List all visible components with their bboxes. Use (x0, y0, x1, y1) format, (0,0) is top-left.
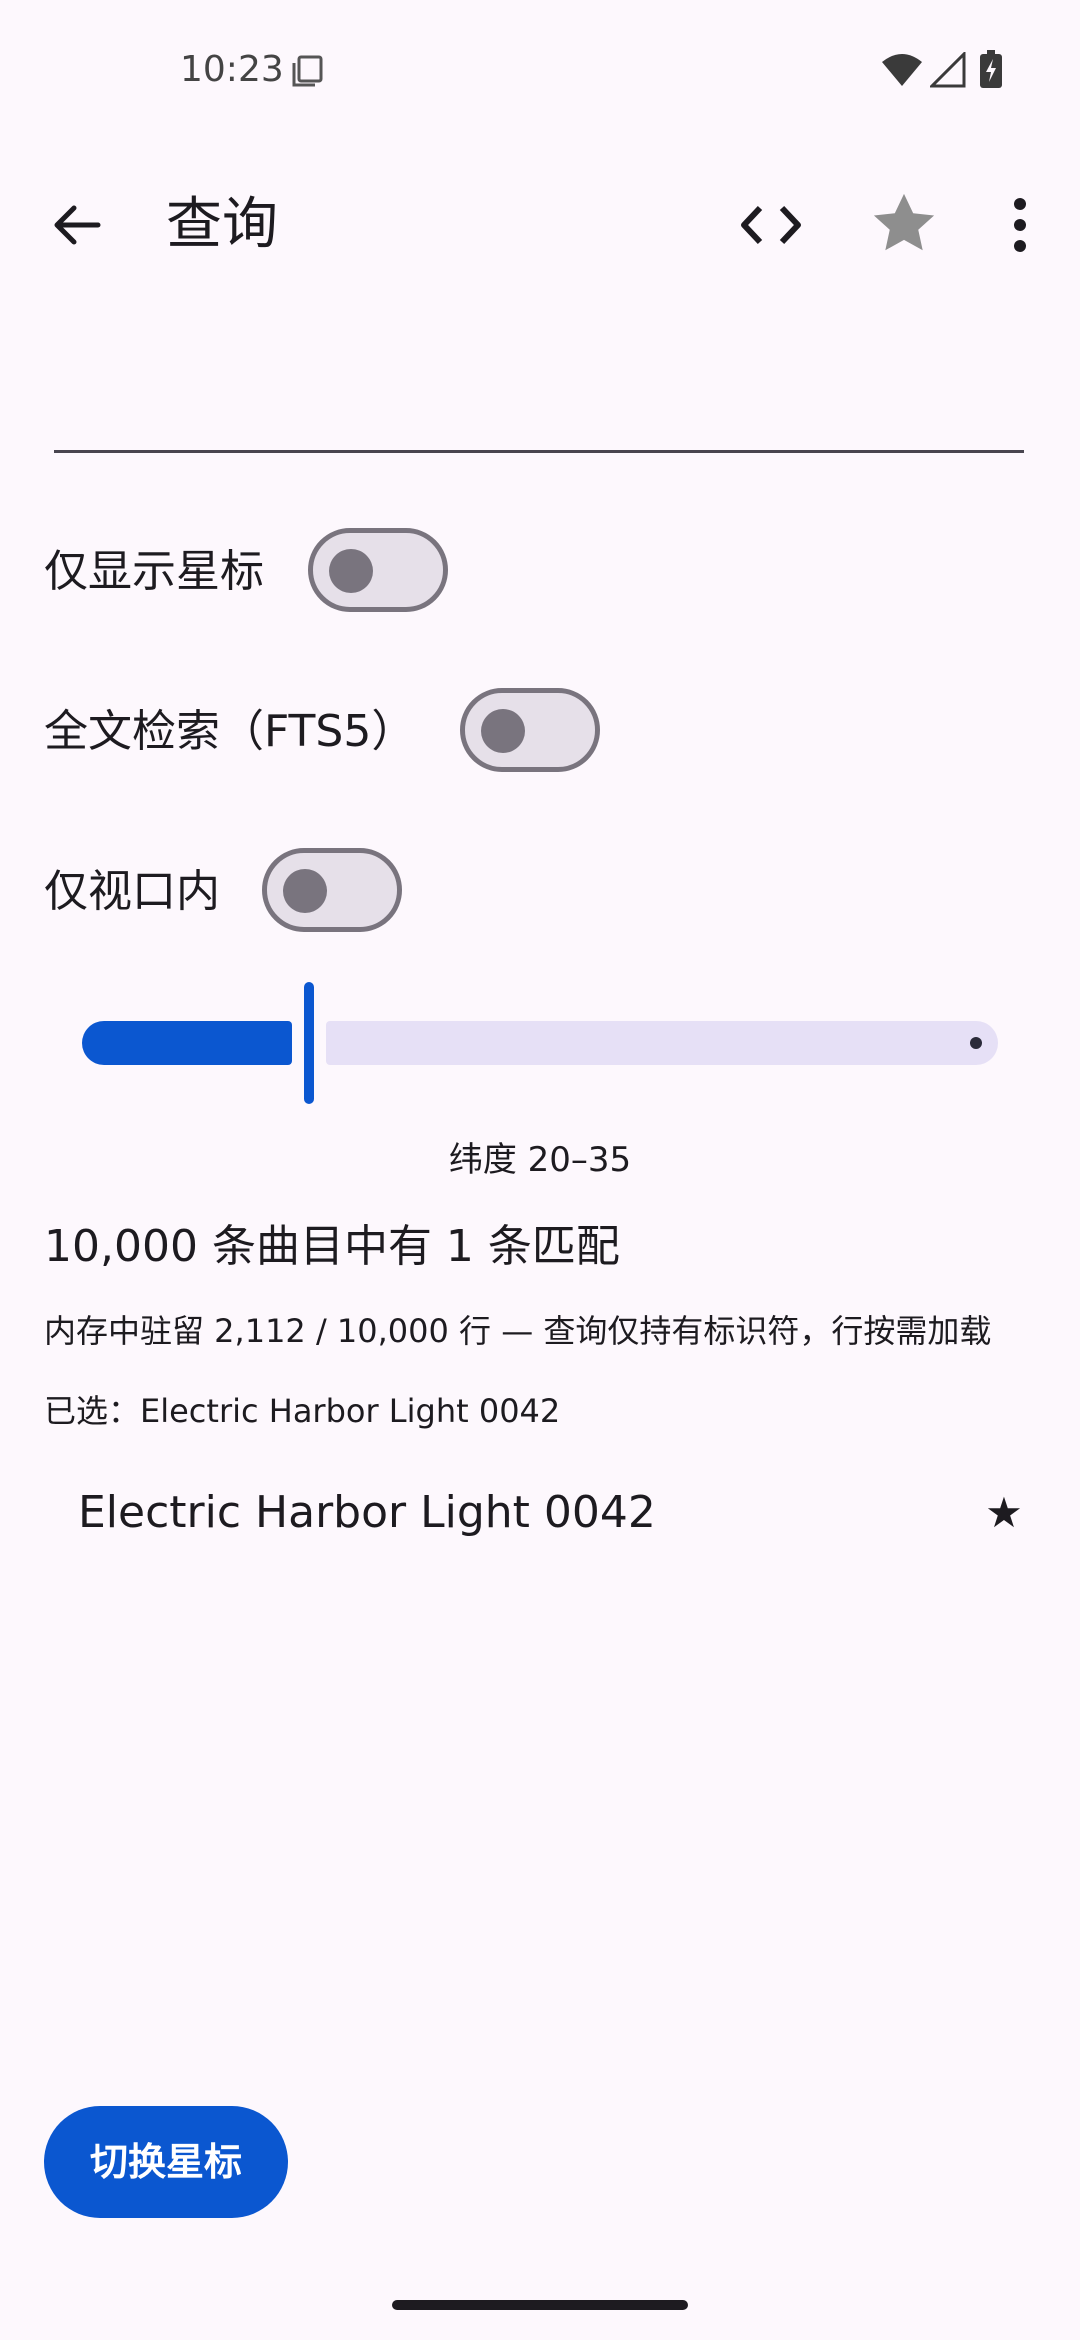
slider-inactive-track[interactable] (326, 1021, 998, 1065)
starred-only-switch[interactable] (308, 528, 448, 612)
back-button[interactable] (40, 188, 114, 262)
sim-card-icon (290, 54, 324, 88)
viewport-only-switch[interactable] (262, 848, 402, 932)
memory-note: 内存中驻留 2,112 / 10,000 行 — 查询仅持有标识符，行按需加载 (44, 1312, 992, 1350)
search-input[interactable] (54, 360, 1024, 453)
battery-charging-icon (980, 50, 1002, 88)
slider-handle[interactable] (304, 982, 314, 1104)
toggle-star-button[interactable]: 切换星标 (44, 2106, 288, 2218)
switch-knob (481, 709, 525, 753)
switch-knob (283, 869, 327, 913)
full-text-search-switch[interactable] (460, 688, 600, 772)
wifi-icon (880, 52, 924, 88)
slider-caption: 纬度 20–35 (448, 1140, 632, 1180)
code-button[interactable] (736, 190, 806, 260)
slider-stop-indicator (970, 1037, 982, 1049)
list-item-title: Electric Harbor Light 0042 (78, 1487, 656, 1538)
cellular-signal-icon (928, 50, 966, 88)
toggle-label-full-text-search: 全文检索（FTS5） (44, 706, 416, 757)
slider-active-track[interactable] (82, 1021, 292, 1065)
page-title: 查询 (166, 192, 278, 257)
list-item[interactable]: Electric Harbor Light 0042 ★ (44, 1466, 1034, 1562)
toggle-label-starred-only: 仅显示星标 (44, 546, 264, 597)
starred-icon[interactable]: ★ (974, 1482, 1034, 1544)
toggle-label-viewport-only: 仅视口内 (44, 866, 220, 917)
selected-item-label: 已选：Electric Harbor Light 0042 (44, 1392, 561, 1430)
more-vert-icon (1014, 198, 1026, 252)
more-options-button[interactable] (1000, 190, 1040, 260)
gesture-navigation-bar[interactable] (392, 2300, 688, 2310)
code-icon (741, 205, 801, 245)
back-arrow-icon (54, 205, 101, 245)
status-time: 10:23 (180, 49, 284, 90)
match-count: 10,000 条曲目中有 1 条匹配 (44, 1221, 620, 1272)
star-icon (873, 193, 935, 251)
switch-knob (329, 549, 373, 593)
favorite-button[interactable] (866, 186, 942, 262)
